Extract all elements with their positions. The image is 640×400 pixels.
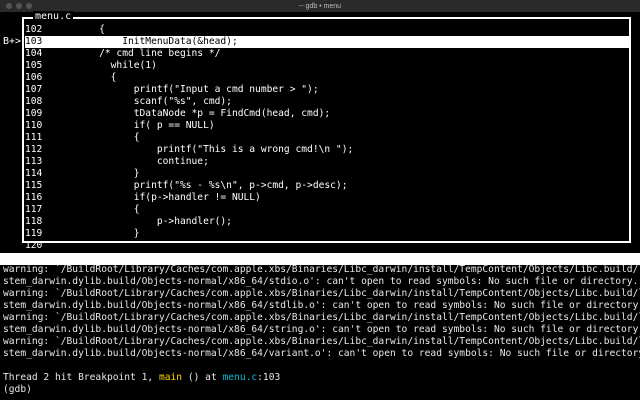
function-name: main	[158, 372, 183, 383]
source-line: 107 printf("Input a cmd number > ");	[25, 84, 629, 96]
minimize-window-button[interactable]	[16, 3, 22, 9]
source-line: 113 continue;	[25, 156, 629, 168]
close-window-button[interactable]	[6, 3, 12, 9]
source-code[interactable]: 102 {103 InitMenuData(&head); 104 /* cmd …	[25, 24, 629, 252]
line-number: 115	[25, 180, 43, 191]
current-source-line: 103 InitMenuData(&head);	[25, 36, 629, 48]
line-code: scanf("%s", cmd);	[76, 96, 232, 107]
line-code: if(p->handler != NULL)	[76, 192, 261, 203]
line-number: 107	[25, 84, 43, 95]
line-number: 103	[25, 36, 43, 47]
source-line: 106 {	[25, 72, 629, 84]
line-code: {	[76, 204, 140, 215]
console-line: warning: `/BuildRoot/Library/Caches/com.…	[3, 264, 640, 275]
console-line: stem_darwin.dylib.build/Objects-normal/x…	[3, 276, 639, 287]
line-code: while(1)	[76, 60, 157, 71]
file-name: menu.c	[222, 372, 258, 383]
line-code: printf("%s - %s\n", p->cmd, p->desc);	[76, 180, 348, 191]
gdb-prompt-line[interactable]: (gdb)	[3, 384, 637, 396]
zoom-window-button[interactable]	[26, 3, 32, 9]
source-line: 117 {	[25, 204, 629, 216]
line-number: 108	[25, 96, 43, 107]
line-code: if( p == NULL)	[76, 120, 215, 131]
source-line: 119 }	[25, 228, 629, 240]
line-number: 118	[25, 216, 43, 227]
line-code: }	[76, 168, 140, 179]
line-number: 119	[25, 228, 43, 239]
source-line: 110 if( p == NULL)	[25, 120, 629, 132]
console-line: warning: `/BuildRoot/Library/Caches/com.…	[3, 312, 640, 323]
source-line: 120	[25, 240, 629, 252]
console-line: stem_darwin.dylib.build/Objects-normal/x…	[3, 324, 640, 335]
source-line: 104 /* cmd line begins */	[25, 48, 629, 60]
line-number: 111	[25, 132, 43, 143]
line-code: p->handler();	[76, 216, 232, 227]
line-code: {	[76, 72, 117, 83]
source-line: 114 }	[25, 168, 629, 180]
console-line: warning: `/BuildRoot/Library/Caches/com.…	[3, 336, 640, 347]
source-line: 102 {	[25, 24, 629, 36]
window-titlebar: -- gdb • menu	[0, 0, 640, 12]
line-code: printf("This is a wrong cmd!\n ");	[76, 144, 354, 155]
breakpoint-hit-line: Thread 2 hit Breakpoint 1, main () at me…	[3, 372, 637, 384]
window-controls[interactable]	[6, 3, 32, 9]
line-number: 106	[25, 72, 43, 83]
line-number: 113	[25, 156, 43, 167]
source-filename: menu.c	[33, 11, 74, 23]
line-number: 110	[25, 120, 43, 131]
line-number: 112	[25, 144, 43, 155]
line-number: 105	[25, 60, 43, 71]
line-code: continue;	[76, 156, 209, 167]
gdb-prompt: (gdb)	[3, 384, 38, 395]
breakpoint-hit-prefix: Thread 2 hit Breakpoint 1,	[3, 372, 159, 383]
line-number: 109	[25, 108, 43, 119]
console-line: stem_darwin.dylib.build/Objects-normal/x…	[3, 348, 640, 359]
source-line: 116 if(p->handler != NULL)	[25, 192, 629, 204]
source-line: 105 while(1)	[25, 60, 629, 72]
line-code: tDataNode *p = FindCmd(head, cmd);	[76, 108, 331, 119]
source-line: 108 scanf("%s", cmd);	[25, 96, 629, 108]
line-code: printf("Input a cmd number > ");	[76, 84, 319, 95]
line-number: 116	[25, 192, 43, 203]
console-line: stem_darwin.dylib.build/Objects-normal/x…	[3, 300, 640, 311]
line-code: /* cmd line begins */	[76, 48, 221, 59]
breakpoint-hit-suffix: :103	[257, 372, 281, 383]
line-number: 114	[25, 168, 43, 179]
line-number: 117	[25, 204, 43, 215]
source-line: 109 tDataNode *p = FindCmd(head, cmd);	[25, 108, 629, 120]
window-title: -- gdb • menu	[298, 2, 342, 10]
breakpoint-hit-middle: () at	[182, 372, 223, 383]
line-number: 104	[25, 48, 43, 59]
command-console[interactable]: warning: `/BuildRoot/Library/Caches/com.…	[3, 264, 640, 396]
line-code: {	[76, 132, 140, 143]
line-code: }	[76, 228, 140, 239]
breakpoint-marker: B+>	[3, 36, 22, 47]
source-line: 111 {	[25, 132, 629, 144]
console-line: warning: `/BuildRoot/Library/Caches/com.…	[3, 288, 640, 299]
source-line: 112 printf("This is a wrong cmd!\n ");	[25, 144, 629, 156]
line-number: 102	[25, 24, 43, 35]
line-code: InitMenuData(&head);	[76, 36, 238, 47]
line-number: 120	[25, 240, 43, 251]
source-line: 115 printf("%s - %s\n", p->cmd, p->desc)…	[25, 180, 629, 192]
line-code: {	[76, 24, 105, 35]
source-line: 118 p->handler();	[25, 216, 629, 228]
